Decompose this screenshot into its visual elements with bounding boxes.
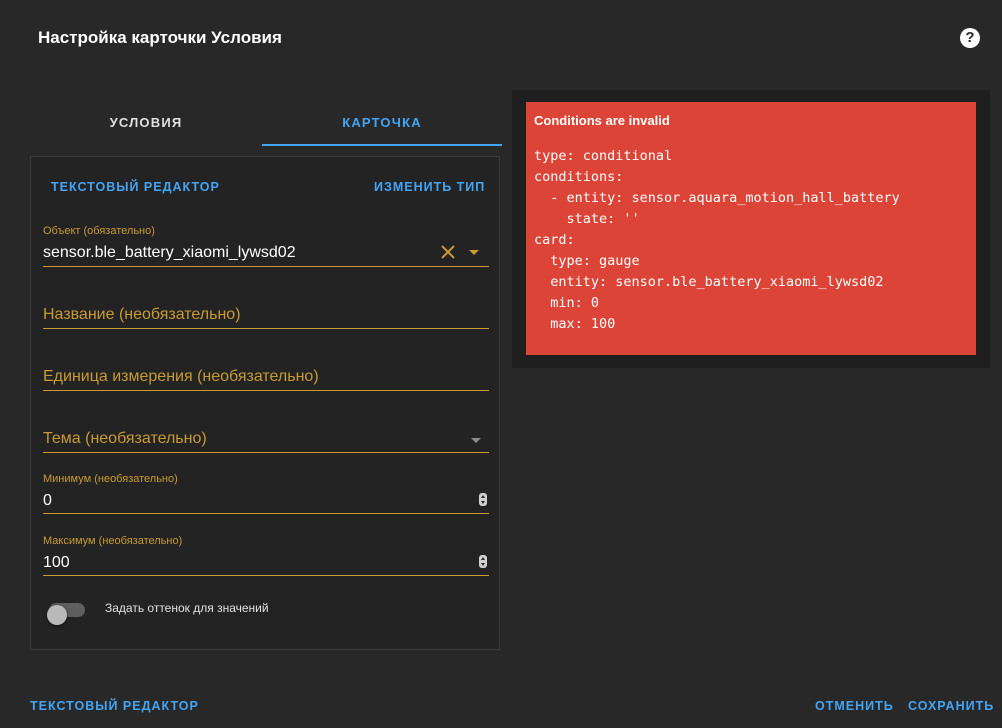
tab-card[interactable]: КАРТОЧКА — [262, 100, 502, 146]
min-field[interactable]: Минимум (необязательно) 0 — [43, 473, 489, 514]
active-tab-indicator — [262, 144, 502, 146]
error-yaml: type: conditional conditions: - entity: … — [534, 148, 900, 332]
severity-toggle-label: Задать оттенок для значений — [105, 601, 269, 615]
editor-text-editor-button[interactable]: ТЕКСТОВЫЙ РЕДАКТОР — [51, 180, 220, 194]
clear-icon[interactable] — [439, 243, 457, 261]
footer-text-editor-button[interactable]: ТЕКСТОВЫЙ РЕДАКТОР — [30, 699, 199, 713]
name-field-placeholder: Название (необязательно) — [43, 306, 241, 323]
theme-select-placeholder: Тема (необязательно) — [43, 430, 207, 447]
entity-field[interactable]: Объект (обязательно) sensor.ble_battery_… — [43, 225, 489, 267]
max-field-label: Максимум (необязательно) — [43, 535, 183, 547]
change-type-button[interactable]: ИЗМЕНИТЬ ТИП — [374, 180, 485, 194]
unit-field[interactable]: Единица измерения (необязательно) — [43, 357, 489, 391]
theme-select[interactable]: Тема (необязательно) — [43, 419, 489, 453]
max-field-value[interactable]: 100 — [43, 554, 70, 572]
tab-conditions[interactable]: УСЛОВИЯ — [30, 100, 262, 146]
name-field[interactable]: Название (необязательно) — [43, 295, 489, 329]
chevron-down-icon[interactable] — [471, 438, 481, 443]
error-card: Conditions are invalid type: conditional… — [526, 102, 976, 355]
toggle-thumb[interactable] — [47, 605, 67, 625]
entity-field-label: Объект (обязательно) — [43, 225, 155, 237]
severity-toggle-row: Задать оттенок для значений — [47, 597, 479, 625]
error-title: Conditions are invalid — [534, 113, 670, 128]
help-circle-icon[interactable]: ? — [960, 28, 980, 48]
severity-toggle[interactable] — [47, 603, 85, 625]
min-field-value[interactable]: 0 — [43, 492, 52, 510]
card-preview-panel: Conditions are invalid type: conditional… — [512, 90, 990, 368]
save-button[interactable]: СОХРАНИТЬ — [908, 699, 994, 713]
chevron-down-icon[interactable] — [469, 250, 479, 255]
dialog-title: Настройка карточки Условия — [38, 28, 282, 47]
entity-field-value[interactable]: sensor.ble_battery_xiaomi_lywsd02 — [43, 244, 296, 262]
card-editor-panel: ТЕКСТОВЫЙ РЕДАКТОР ИЗМЕНИТЬ ТИП Объект (… — [30, 156, 500, 650]
min-field-label: Минимум (необязательно) — [43, 473, 178, 485]
number-spinner-icon[interactable] — [479, 493, 487, 506]
number-spinner-icon[interactable] — [479, 555, 487, 568]
cancel-button[interactable]: ОТМЕНИТЬ — [815, 699, 894, 713]
dialog-header: Настройка карточки Условия ? — [0, 0, 1002, 76]
tab-bar: УСЛОВИЯ КАРТОЧКА — [30, 100, 502, 146]
max-field[interactable]: Максимум (необязательно) 100 — [43, 535, 489, 576]
card-config-dialog: Настройка карточки Условия ? УСЛОВИЯ КАР… — [0, 0, 1002, 728]
unit-field-placeholder: Единица измерения (необязательно) — [43, 368, 319, 385]
